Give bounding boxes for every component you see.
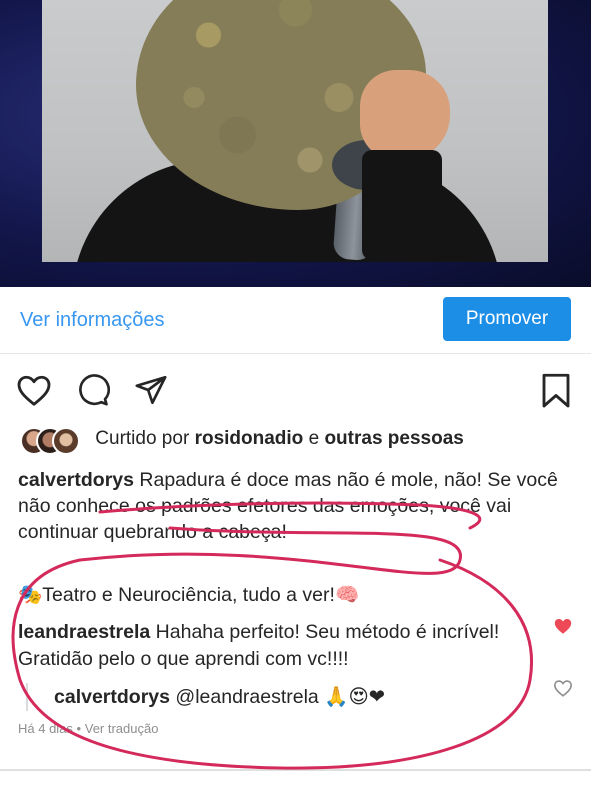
reply-item: calvertdorys @leandraestrela 🙏😍❤ — [54, 685, 385, 709]
post-image-frame — [0, 0, 591, 287]
meta-separator: • — [76, 721, 82, 736]
liked-by-connector: e — [308, 428, 320, 450]
reply-emojis: 🙏😍❤ — [324, 685, 386, 708]
arm — [362, 150, 442, 260]
reply-mention[interactable]: @leandraestrela — [175, 686, 318, 708]
time-ago: Há 4 dias — [18, 721, 73, 736]
post-image[interactable] — [42, 0, 548, 262]
post-panel: Ver informações Promover Curtido por ros… — [0, 287, 591, 786]
liked-by-line[interactable]: Curtido por rosidonadio e outras pessoas — [20, 427, 464, 455]
action-bar — [0, 373, 591, 413]
comment-like-heart-icon[interactable] — [553, 617, 573, 640]
caption-username[interactable]: calvertdorys — [18, 469, 134, 491]
promotion-bar: Ver informações Promover — [0, 287, 591, 354]
brain-icon: 🧠 — [334, 583, 360, 606]
liked-by-user[interactable]: rosidonadio — [195, 428, 304, 449]
liked-by-others[interactable]: outras pessoas — [324, 428, 463, 449]
theater-masks-icon: 🎭 — [18, 583, 43, 606]
caption-extra-text: Teatro e Neurociência, tudo a ver! — [42, 584, 335, 606]
like-heart-icon[interactable] — [16, 373, 52, 412]
comment-username[interactable]: leandraestrela — [18, 621, 150, 643]
reply-like-heart-icon[interactable] — [553, 679, 573, 702]
post-meta: Há 4 dias • Ver tradução — [18, 721, 158, 736]
reply-username[interactable]: calvertdorys — [54, 686, 170, 708]
share-plane-icon[interactable] — [134, 373, 168, 412]
reply-thread-line — [26, 683, 28, 711]
post-caption: calvertdorys Rapadura é doce mas não é m… — [18, 467, 573, 545]
bookmark-icon[interactable] — [540, 373, 572, 414]
comment-item: leandraestrela Hahaha perfeito! Seu méto… — [18, 619, 538, 673]
comment-bubble-icon[interactable] — [76, 373, 111, 412]
liker-avatars — [20, 427, 90, 455]
liked-by-prefix: Curtido por — [95, 428, 190, 450]
view-insights-link[interactable]: Ver informações — [20, 309, 165, 332]
hand — [360, 70, 450, 160]
divider — [0, 769, 591, 771]
avatar — [52, 427, 80, 455]
promote-button[interactable]: Promover — [443, 297, 571, 341]
see-translation-link[interactable]: Ver tradução — [85, 721, 159, 736]
caption-extra-line: 🎭Teatro e Neurociência, tudo a ver!🧠 — [18, 583, 359, 607]
